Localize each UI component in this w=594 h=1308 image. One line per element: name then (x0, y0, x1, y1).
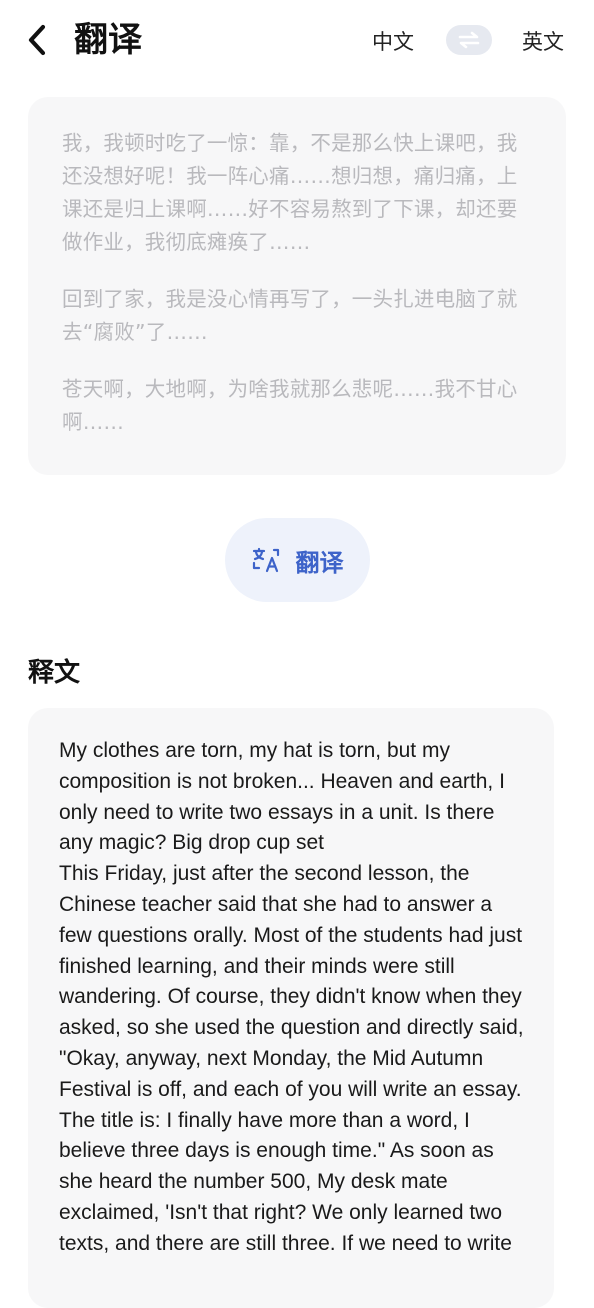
top-bar: 翻译 中文 英文 (0, 0, 594, 82)
swap-languages-button[interactable] (446, 25, 492, 55)
source-language-selector[interactable]: 中文 (372, 28, 414, 56)
swap-arrows-icon (458, 31, 480, 49)
translate-button[interactable]: 翻译 (225, 518, 370, 602)
chevron-left-icon (28, 24, 46, 56)
translation-result-text: My clothes are torn, my hat is torn, but… (59, 739, 524, 1255)
result-heading: 释文 (28, 658, 81, 688)
target-language-selector[interactable]: 英文 (522, 28, 564, 56)
translation-result-area: My clothes are torn, my hat is torn, but… (28, 708, 554, 1308)
source-paragraph: 我，我顿时吃了一惊：靠，不是那么快上课吧，我还没想好呢！我一阵心痛……想归想，痛… (62, 131, 518, 254)
source-paragraph: 苍天啊，大地啊，为啥我就那么悲呢……我不甘心啊…… (62, 377, 518, 434)
source-paragraph: 回到了家，我是没心情再写了，一头扎进电脑了就去“腐败”了…… (62, 287, 518, 344)
back-button[interactable] (22, 22, 52, 58)
translate-icon (252, 547, 279, 573)
page-title: 翻译 (74, 20, 142, 60)
translate-button-label: 翻译 (295, 548, 344, 577)
source-text-area[interactable]: 我，我顿时吃了一惊：靠，不是那么快上课吧，我还没想好呢！我一阵心痛……想归想，痛… (28, 97, 566, 475)
